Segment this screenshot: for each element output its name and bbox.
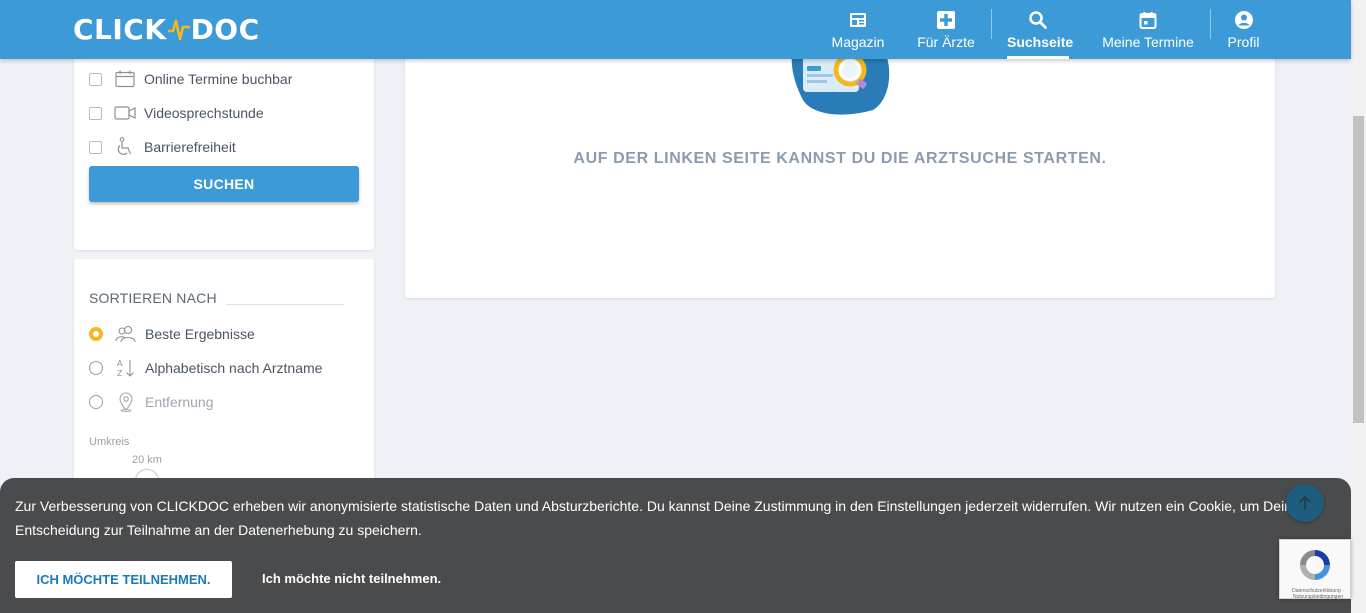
heartbeat-icon — [167, 19, 190, 41]
svg-text:Z: Z — [117, 369, 123, 378]
results-card: AUF DER LINKEN SEITE KANNST DU DIE ARZTS… — [405, 40, 1275, 298]
sort-option-entfernung[interactable]: Entfernung — [89, 392, 214, 412]
nav-label: Suchseite — [1007, 34, 1074, 50]
nav-label: Für Ärzte — [917, 34, 975, 50]
decline-tracking-link[interactable]: Ich möchte nicht teilnehmen. — [262, 571, 441, 586]
filter-panel: Online Termine buchbar Videosprechstunde… — [74, 40, 374, 250]
filter-online-termine[interactable]: Online Termine buchbar — [89, 69, 292, 89]
filter-label: Online Termine buchbar — [144, 71, 293, 87]
cookie-consent-banner: Zur Verbesserung von CLICKDOC erheben wi… — [0, 478, 1351, 613]
search-icon — [1029, 11, 1047, 29]
checkbox[interactable] — [89, 106, 102, 120]
cookie-consent-text: Zur Verbesserung von CLICKDOC erheben wi… — [15, 498, 1300, 538]
newspaper-icon — [850, 13, 866, 27]
filter-label: Barrierefreiheit — [144, 139, 236, 155]
recaptcha-badge[interactable]: Datenschutzerklärung · Nutzungsbedingung… — [1279, 539, 1351, 600]
logo-text-left: CLICK — [73, 12, 167, 46]
nav-label: Meine Termine — [1102, 34, 1194, 50]
filter-videosprechstunde[interactable]: Videosprechstunde — [89, 103, 264, 123]
empty-state-message: AUF DER LINKEN SEITE KANNST DU DIE ARZTS… — [573, 150, 1107, 167]
sort-label: Beste Ergebnisse — [145, 326, 255, 342]
location-pin-icon — [115, 392, 137, 412]
radio-button[interactable] — [89, 395, 103, 409]
svg-text:A: A — [117, 359, 123, 368]
calendar-icon — [1139, 12, 1157, 29]
filter-label: Videosprechstunde — [144, 105, 264, 121]
nav-label: Magazin — [831, 34, 885, 50]
divider — [226, 304, 344, 305]
wheelchair-icon — [114, 137, 136, 157]
arrow-up-icon — [1298, 495, 1312, 510]
scroll-to-top-button[interactable] — [1286, 484, 1324, 522]
recaptcha-terms[interactable]: Datenschutzerklärung · Nutzungsbedingung… — [1288, 588, 1348, 600]
scrollbar-thumb[interactable] — [1353, 116, 1364, 423]
users-icon — [115, 324, 137, 344]
user-circle-icon — [1234, 11, 1253, 29]
radio-button[interactable] — [89, 327, 103, 341]
nav-suchseite[interactable]: Suchseite — [1007, 10, 1073, 59]
video-camera-icon — [114, 103, 136, 123]
search-button[interactable]: SUCHEN — [89, 166, 359, 202]
sort-option-beste-ergebnisse[interactable]: Beste Ergebnisse — [89, 324, 255, 344]
radius-label: Umkreis — [89, 436, 130, 448]
sort-label: Entfernung — [145, 394, 214, 410]
nav-label: Profil — [1227, 34, 1260, 50]
nav-divider — [991, 9, 992, 39]
checkbox[interactable] — [89, 140, 102, 154]
nav-fuer-aerzte[interactable]: Für Ärzte — [917, 10, 975, 59]
filter-barrierefreiheit[interactable]: Barrierefreiheit — [89, 137, 236, 157]
sort-alpha-icon: AZ — [115, 358, 137, 378]
nav-divider — [1210, 9, 1211, 39]
nav-magazin[interactable]: Magazin — [831, 10, 885, 59]
sort-label: Alphabetisch nach Arztname — [145, 360, 323, 376]
nav-profil[interactable]: Profil — [1226, 10, 1261, 59]
accept-tracking-button[interactable]: ICH MÖCHTE TEILNEHMEN. — [15, 561, 232, 598]
medical-plus-icon — [937, 11, 955, 29]
logo-text-right: DOC — [190, 12, 260, 46]
checkbox[interactable] — [89, 72, 102, 86]
sort-option-alphabetisch[interactable]: AZ Alphabetisch nach Arztname — [89, 358, 322, 378]
nav-meine-termine[interactable]: Meine Termine — [1101, 10, 1195, 59]
radio-button[interactable] — [89, 361, 103, 375]
sort-title: SORTIEREN NACH — [89, 290, 217, 306]
page-scrollbar[interactable] — [1351, 0, 1366, 613]
radius-value: 20 km — [132, 454, 162, 466]
top-navigation-bar: CLICK DOC Magazin Für Ärzte Suchseite Me… — [0, 0, 1351, 59]
recaptcha-logo-icon — [1300, 550, 1330, 580]
clickdoc-logo[interactable]: CLICK DOC — [73, 12, 260, 46]
calendar-outline-icon — [114, 69, 136, 89]
